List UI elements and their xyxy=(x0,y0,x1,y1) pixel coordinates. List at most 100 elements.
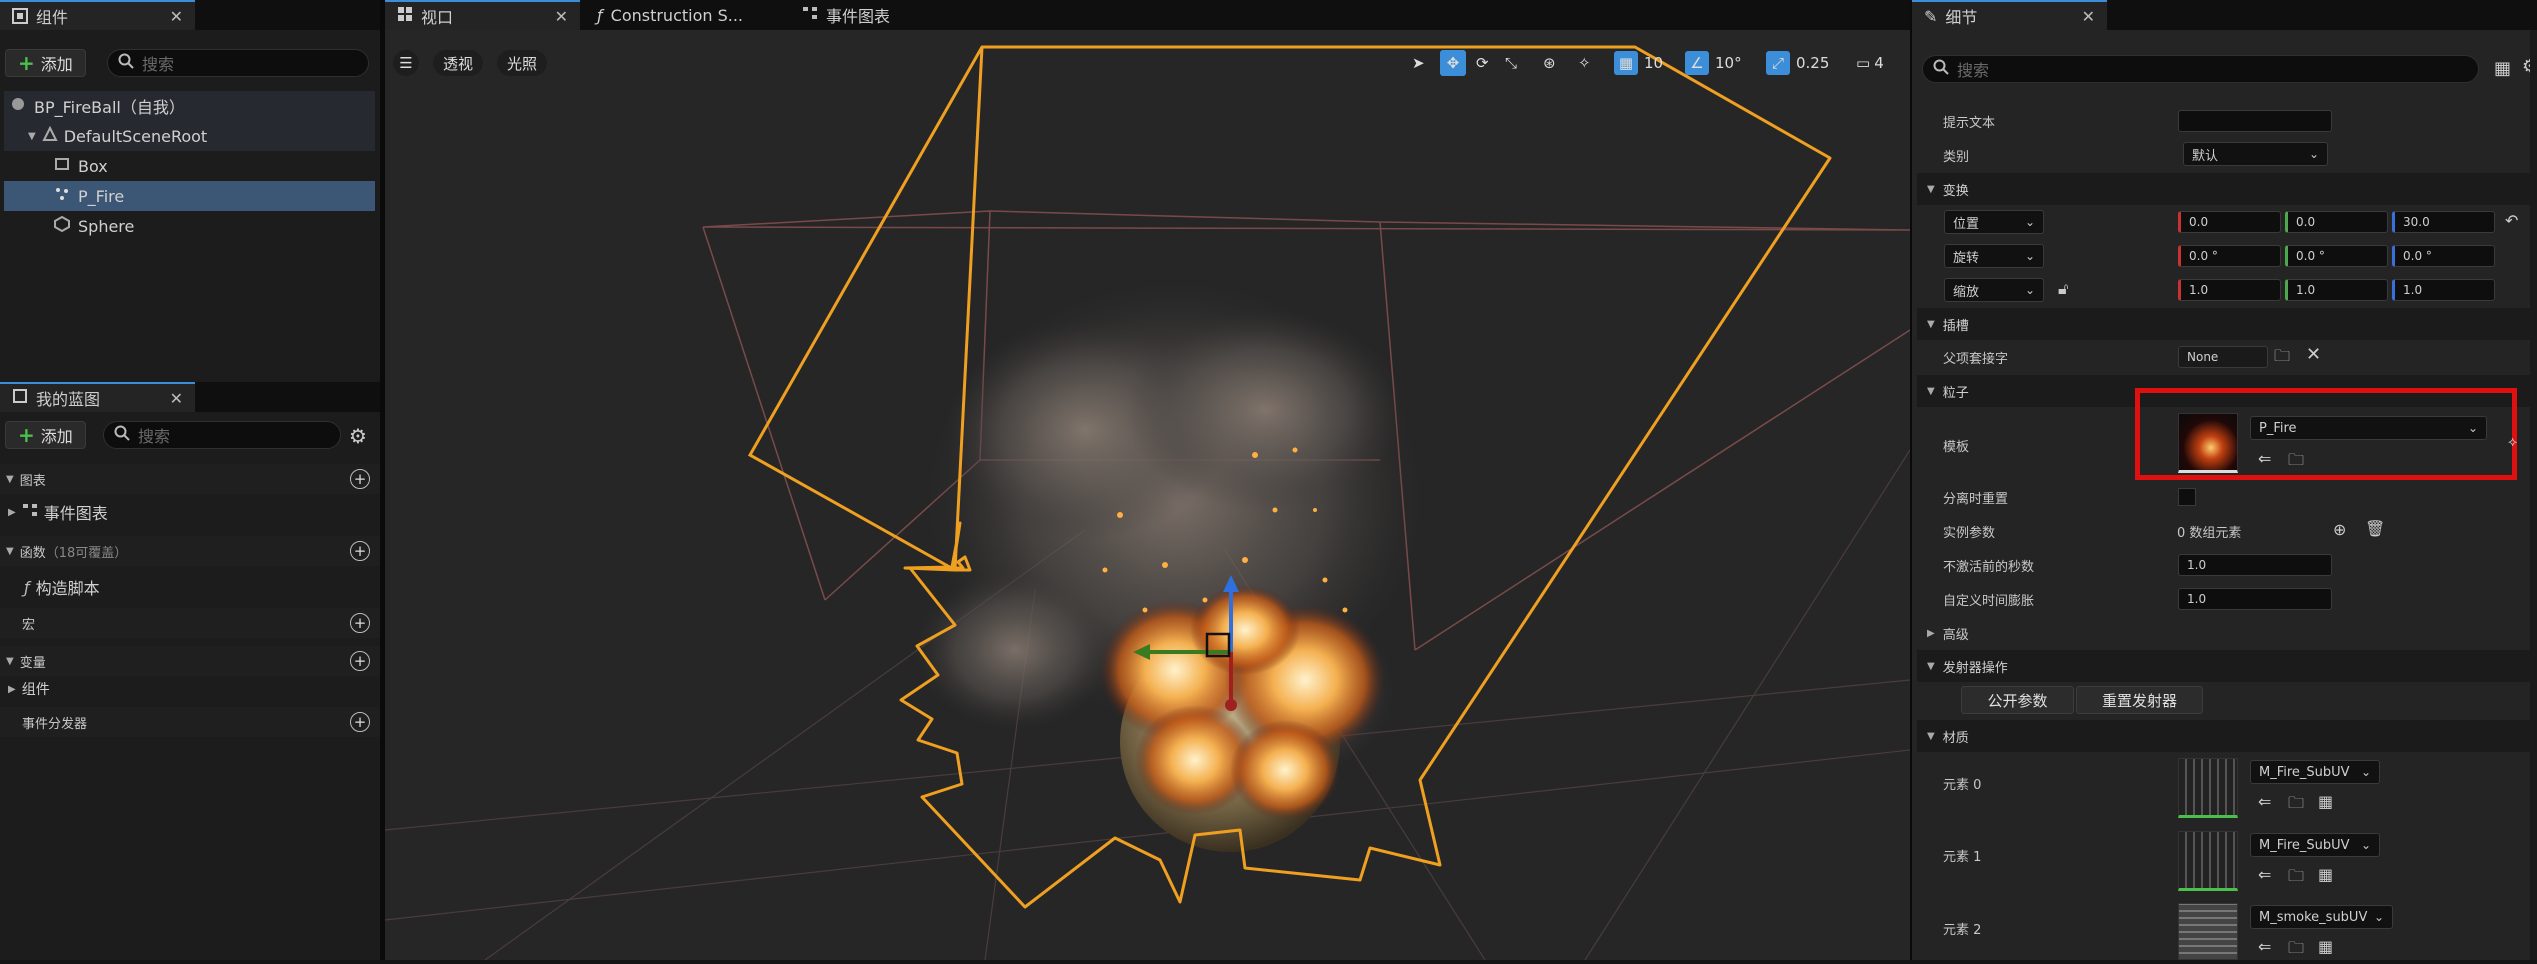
reset-arrow-icon[interactable]: ↶ xyxy=(2505,211,2518,230)
tab-components[interactable]: 组件 ✕ xyxy=(0,0,195,30)
row-advanced[interactable]: ▶ 高级 xyxy=(1917,616,2537,650)
add-graph-icon[interactable]: + xyxy=(350,469,370,489)
texture-checker-icon[interactable]: ▦ xyxy=(2318,937,2333,956)
tab-construction-script[interactable]: ƒ Construction S... xyxy=(585,0,785,30)
blueprint-search-input[interactable]: 搜索 xyxy=(103,421,341,449)
section-label: 材质 xyxy=(1942,730,1969,746)
lock-icon[interactable]: 🔓︎ xyxy=(2058,279,2068,299)
tree-item-sphere[interactable]: Sphere xyxy=(4,211,375,241)
lighting-button[interactable]: 光照 xyxy=(497,50,548,76)
clear-x-icon[interactable]: ✕ xyxy=(2306,344,2321,365)
scale-y-field[interactable]: 1.0 xyxy=(2285,279,2388,301)
material-thumbnail[interactable] xyxy=(2178,758,2238,818)
rotation-mode-dropdown[interactable]: 旋转 ⌄ xyxy=(1944,244,2044,268)
chevron-down-icon: ⌄ xyxy=(2373,910,2384,924)
custom-time-dilation-field[interactable]: 1.0 xyxy=(2178,588,2332,610)
splitter-right[interactable] xyxy=(1910,0,1912,960)
add-blueprint-item-button[interactable]: + 添加 xyxy=(5,421,86,449)
section-macros[interactable]: 宏 + xyxy=(0,608,380,638)
close-icon[interactable]: ✕ xyxy=(170,389,183,408)
rotate-tool-icon[interactable]: ⟳ xyxy=(1476,50,1489,76)
use-selected-arrow-icon[interactable]: ⇐ xyxy=(2258,865,2271,884)
category-dropdown[interactable]: 默认 ⌄ xyxy=(2183,142,2328,166)
section-event-dispatchers[interactable]: 事件分发器 + xyxy=(0,707,380,737)
add-element-icon[interactable]: ⊕ xyxy=(2333,520,2346,539)
add-dispatcher-icon[interactable]: + xyxy=(350,712,370,732)
add-function-icon[interactable]: + xyxy=(350,541,370,561)
translate-tool-icon[interactable]: ✥ xyxy=(1440,50,1466,76)
tab-event-graph[interactable]: 事件图表 xyxy=(790,0,990,30)
trash-icon[interactable]: 🗑︎ xyxy=(2365,519,2385,538)
list-item-components-category[interactable]: ▶ 组件 xyxy=(0,676,380,702)
tree-item-box[interactable]: Box xyxy=(4,151,375,181)
tab-details[interactable]: ✎ 细节 ✕ xyxy=(1912,0,2107,30)
rotation-y-field[interactable]: 0.0 ° xyxy=(2285,245,2388,267)
scale-x-field[interactable]: 1.0 xyxy=(2178,279,2281,301)
expose-params-button[interactable]: 公开参数 xyxy=(1961,686,2074,714)
table-view-icon[interactable]: ▦ xyxy=(2494,58,2511,79)
location-y-field[interactable]: 0.0 xyxy=(2285,211,2388,233)
parent-socket-field[interactable]: None xyxy=(2178,346,2268,368)
details-scrollbar[interactable] xyxy=(2530,30,2537,960)
scale-z-field[interactable]: 1.0 xyxy=(2392,279,2495,301)
seconds-before-inactive-field[interactable]: 1.0 xyxy=(2178,554,2332,576)
location-z-field[interactable]: 30.0 xyxy=(2392,211,2495,233)
scale-tool-icon[interactable]: ⤡ xyxy=(1505,50,1517,76)
add-macro-icon[interactable]: + xyxy=(350,613,370,633)
components-search-input[interactable]: 搜索 xyxy=(107,49,369,77)
material-thumbnail[interactable] xyxy=(2178,903,2238,960)
section-sockets[interactable]: ▼ 插槽 xyxy=(1917,308,2537,340)
grid-snap-toggle[interactable]: ▦ 10 xyxy=(1614,50,1663,76)
rotation-x-field[interactable]: 0.0 ° xyxy=(2178,245,2281,267)
add-variable-icon[interactable]: + xyxy=(350,651,370,671)
material-2-dropdown[interactable]: M_smoke_subUV ⌄ xyxy=(2250,905,2393,929)
surface-snap-icon[interactable]: ✧ xyxy=(1578,50,1591,76)
select-tool-icon[interactable]: ➤ xyxy=(1412,50,1425,76)
reset-diamond-icon[interactable]: ⟡ xyxy=(2508,434,2517,450)
reset-emitter-button[interactable]: 重置发射器 xyxy=(2076,686,2203,714)
perspective-button[interactable]: 透视 xyxy=(433,50,484,76)
rotation-z-field[interactable]: 0.0 ° xyxy=(2392,245,2495,267)
use-selected-arrow-icon[interactable]: ⇐ xyxy=(2258,937,2271,956)
reset-on-detach-checkbox[interactable] xyxy=(2178,488,2196,506)
browse-folder-icon[interactable]: 🗀︎ xyxy=(2274,345,2290,372)
tree-item-bp-fireball[interactable]: BP_FireBall（自我） xyxy=(4,91,375,121)
tab-viewport[interactable]: 视口 ✕ xyxy=(385,0,580,30)
material-thumbnail[interactable] xyxy=(2178,831,2238,891)
material-0-dropdown[interactable]: M_Fire_SubUV ⌄ xyxy=(2250,760,2380,784)
texture-checker-icon[interactable]: ▦ xyxy=(2318,792,2333,811)
section-functions[interactable]: ▼ 函数 （18可覆盖） + xyxy=(0,536,380,566)
close-icon[interactable]: ✕ xyxy=(2082,7,2095,26)
list-item-event-graph[interactable]: ▶ 事件图表 xyxy=(0,497,380,527)
viewport-menu-icon[interactable]: ☰ xyxy=(393,50,419,76)
splitter-left[interactable] xyxy=(380,0,385,960)
location-x-field[interactable]: 0.0 xyxy=(2178,211,2281,233)
details-search-input[interactable]: 搜索 xyxy=(1922,55,2479,83)
tree-item-p-fire[interactable]: P_Fire xyxy=(4,181,375,211)
section-materials[interactable]: ▼ 材质 xyxy=(1917,720,2537,752)
close-icon[interactable]: ✕ xyxy=(555,7,568,26)
section-transform[interactable]: ▼ 变换 xyxy=(1917,173,2537,205)
close-icon[interactable]: ✕ xyxy=(170,7,183,26)
texture-checker-icon[interactable]: ▦ xyxy=(2318,865,2333,884)
tree-item-default-scene-root[interactable]: ▼ DefaultSceneRoot xyxy=(4,121,375,151)
section-graphs[interactable]: ▼ 图表 + xyxy=(0,464,380,494)
settings-gear-icon[interactable]: ⚙ xyxy=(349,424,367,448)
browse-folder-icon[interactable]: 🗀︎ xyxy=(2288,792,2304,819)
world-local-icon[interactable]: ⊛ xyxy=(1543,50,1556,76)
camera-speed-button[interactable]: ▭ 4 xyxy=(1856,50,1884,76)
tab-my-blueprint[interactable]: 我的蓝图 ✕ xyxy=(0,382,195,412)
section-emitter-actions[interactable]: ▼ 发射器操作 xyxy=(1917,650,2537,682)
rotation-snap-toggle[interactable]: ∠ 10° xyxy=(1685,50,1742,76)
material-1-dropdown[interactable]: M_Fire_SubUV ⌄ xyxy=(2250,833,2380,857)
scale-snap-toggle[interactable]: ⤢ 0.25 xyxy=(1766,50,1829,76)
use-selected-arrow-icon[interactable]: ⇐ xyxy=(2258,792,2271,811)
section-variables[interactable]: ▼ 变量 + xyxy=(0,646,380,676)
location-mode-dropdown[interactable]: 位置 ⌄ xyxy=(1944,210,2044,234)
list-item-construction-script[interactable]: ƒ 构造脚本 xyxy=(0,572,380,602)
tooltip-input[interactable] xyxy=(2178,110,2332,132)
browse-folder-icon[interactable]: 🗀︎ xyxy=(2288,865,2304,892)
viewport-canvas[interactable] xyxy=(385,30,1910,960)
add-component-button[interactable]: + 添加 xyxy=(5,49,86,77)
scale-mode-dropdown[interactable]: 缩放 ⌄ xyxy=(1944,278,2044,302)
